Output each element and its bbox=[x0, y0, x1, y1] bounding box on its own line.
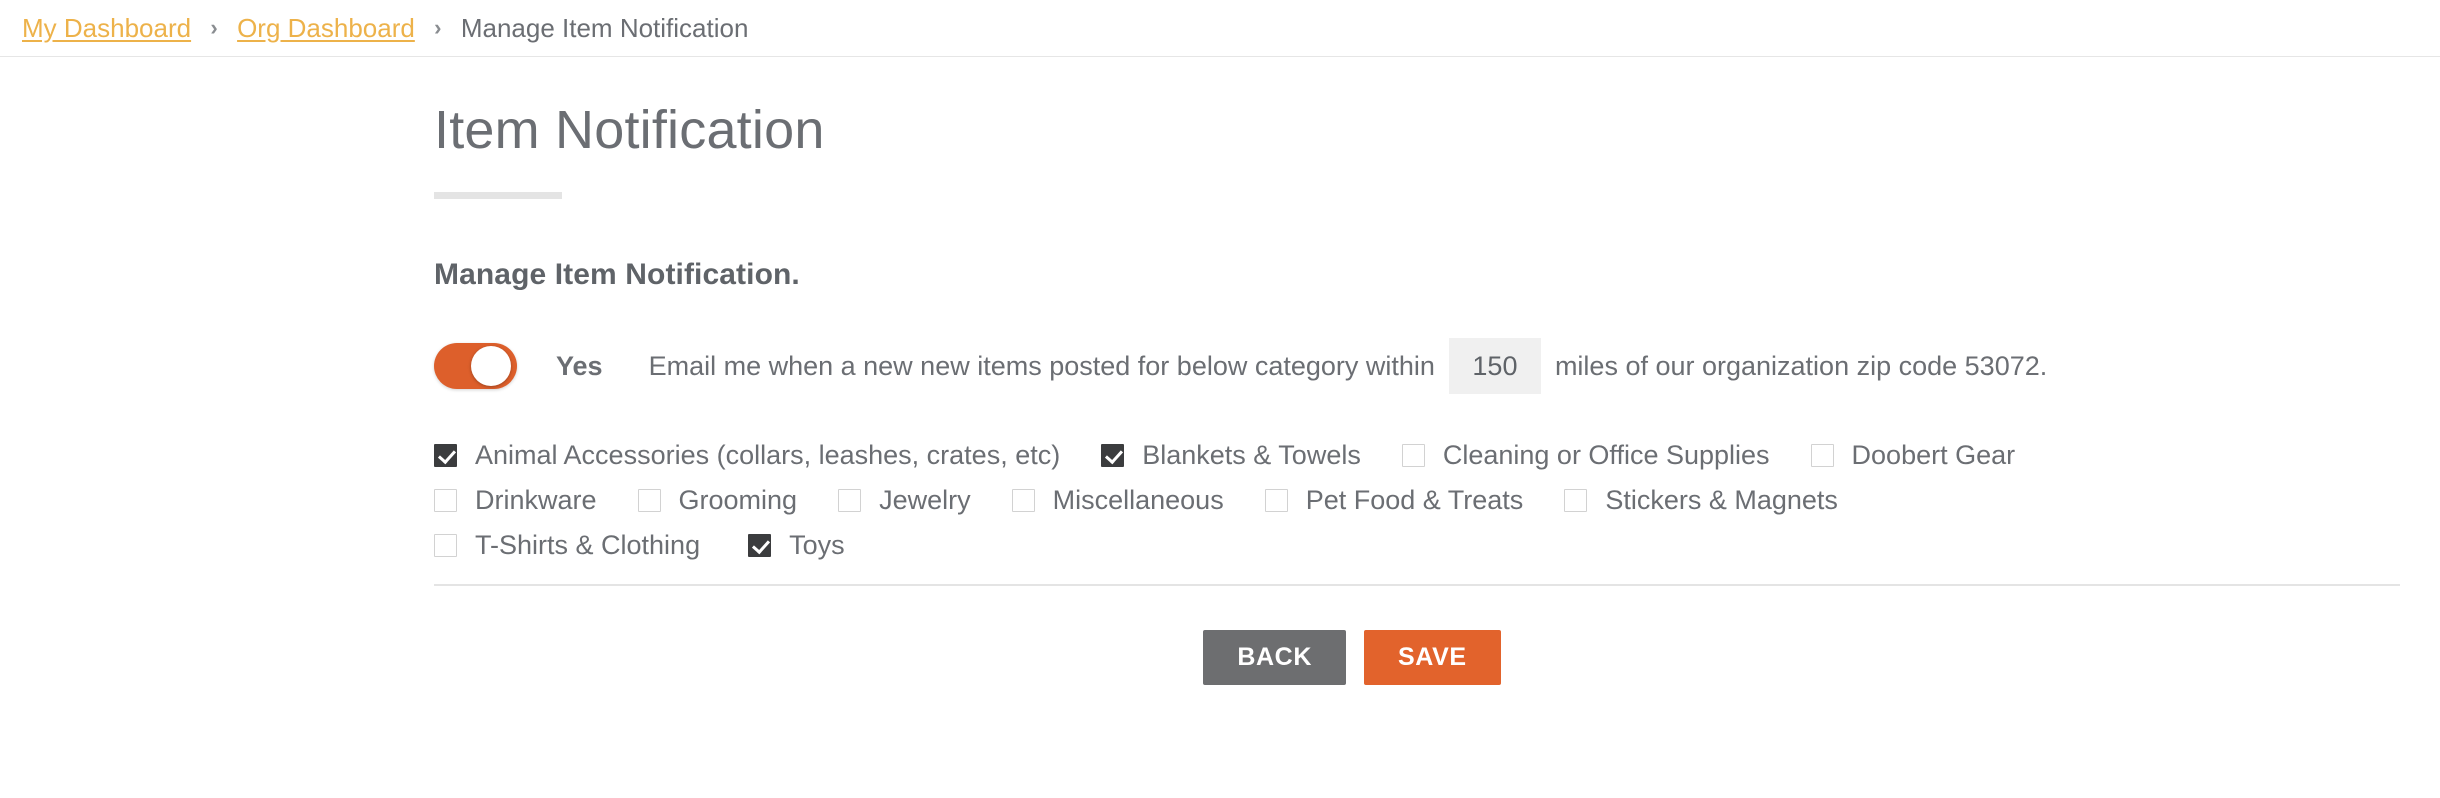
notification-text-before: Email me when a new new items posted for… bbox=[648, 350, 1435, 381]
checkbox-label: Stickers & Magnets bbox=[1605, 485, 1838, 516]
checkbox-animal-accessories[interactable]: Animal Accessories (collars, leashes, cr… bbox=[434, 440, 1060, 471]
checkbox-doobert-gear[interactable]: Doobert Gear bbox=[1810, 440, 2016, 471]
checkbox-label: Grooming bbox=[678, 485, 798, 516]
notification-toggle-row: Yes Email me when a new new items posted… bbox=[434, 292, 2400, 395]
checkbox-box-icon bbox=[1264, 489, 1288, 513]
checkbox-label: Blankets & Towels bbox=[1142, 440, 1361, 471]
checkbox-jewelry[interactable]: Jewelry bbox=[838, 485, 971, 516]
category-row-3: T-Shirts & Clothing Toys bbox=[434, 523, 2400, 568]
checkbox-blankets-towels[interactable]: Blankets & Towels bbox=[1101, 440, 1361, 471]
page-content: Item Notification Manage Item Notificati… bbox=[0, 57, 2440, 686]
checkbox-label: Cleaning or Office Supplies bbox=[1442, 440, 1770, 471]
checkbox-label: Animal Accessories (collars, leashes, cr… bbox=[475, 440, 1061, 471]
title-underline-rule bbox=[434, 192, 562, 200]
notification-toggle[interactable] bbox=[434, 343, 517, 390]
checkbox-box-icon bbox=[434, 444, 457, 468]
checkbox-box-icon bbox=[1101, 444, 1125, 468]
action-buttons: BACK SAVE bbox=[434, 586, 2400, 686]
checkbox-box-icon bbox=[838, 489, 862, 513]
checkbox-box-icon bbox=[434, 534, 457, 558]
checkbox-drinkware[interactable]: Drinkware bbox=[434, 485, 597, 516]
breadcrumb-link-org-dashboard[interactable]: Org Dashboard bbox=[237, 13, 415, 44]
checkbox-box-icon bbox=[637, 489, 661, 513]
breadcrumb-current-page: Manage Item Notification bbox=[460, 12, 749, 43]
checkbox-label: Drinkware bbox=[475, 485, 597, 516]
checkbox-box-icon bbox=[748, 534, 772, 558]
checkbox-tshirts-clothing[interactable]: T-Shirts & Clothing bbox=[434, 530, 700, 561]
checkbox-cleaning-office-supplies[interactable]: Cleaning or Office Supplies bbox=[1401, 440, 1770, 471]
checkbox-label: Pet Food & Treats bbox=[1305, 485, 1524, 516]
checkbox-box-icon bbox=[1401, 444, 1425, 468]
checkbox-label: Toys bbox=[789, 530, 845, 561]
checkbox-box-icon bbox=[1810, 444, 1834, 468]
toggle-knob bbox=[471, 346, 511, 387]
checkbox-label: T-Shirts & Clothing bbox=[475, 530, 701, 561]
chevron-right-icon: › bbox=[210, 15, 218, 40]
toggle-state-label: Yes bbox=[556, 350, 603, 381]
back-button[interactable]: BACK bbox=[1203, 630, 1346, 686]
checkbox-box-icon bbox=[1564, 489, 1588, 513]
chevron-right-icon-2: › bbox=[434, 15, 442, 40]
save-button[interactable]: SAVE bbox=[1364, 630, 1501, 686]
checkbox-label: Miscellaneous bbox=[1052, 485, 1224, 516]
checkbox-label: Doobert Gear bbox=[1851, 440, 2016, 471]
category-checkbox-group: Animal Accessories (collars, leashes, cr… bbox=[434, 394, 2400, 568]
checkbox-box-icon bbox=[434, 489, 457, 513]
checkbox-box-icon bbox=[1011, 489, 1035, 513]
checkbox-stickers-magnets[interactable]: Stickers & Magnets bbox=[1564, 485, 1838, 516]
checkbox-label: Jewelry bbox=[879, 485, 971, 516]
notification-text-after: miles of our organization zip code 53072… bbox=[1554, 350, 2048, 381]
category-row-1: Animal Accessories (collars, leashes, cr… bbox=[434, 433, 2400, 478]
checkbox-pet-food-treats[interactable]: Pet Food & Treats bbox=[1264, 485, 1524, 516]
checkbox-grooming[interactable]: Grooming bbox=[637, 485, 798, 516]
category-row-2: Drinkware Grooming Jewelry Miscellaneous… bbox=[434, 478, 2400, 523]
checkbox-toys[interactable]: Toys bbox=[748, 530, 845, 561]
page-title: Item Notification bbox=[434, 100, 825, 160]
breadcrumb: My Dashboard › Org Dashboard › Manage It… bbox=[0, 0, 2440, 57]
checkbox-miscellaneous[interactable]: Miscellaneous bbox=[1011, 485, 1224, 516]
section-heading: Manage Item Notification. bbox=[434, 258, 800, 292]
breadcrumb-link-my-dashboard[interactable]: My Dashboard bbox=[22, 13, 191, 44]
miles-radius-input[interactable] bbox=[1448, 338, 1541, 395]
